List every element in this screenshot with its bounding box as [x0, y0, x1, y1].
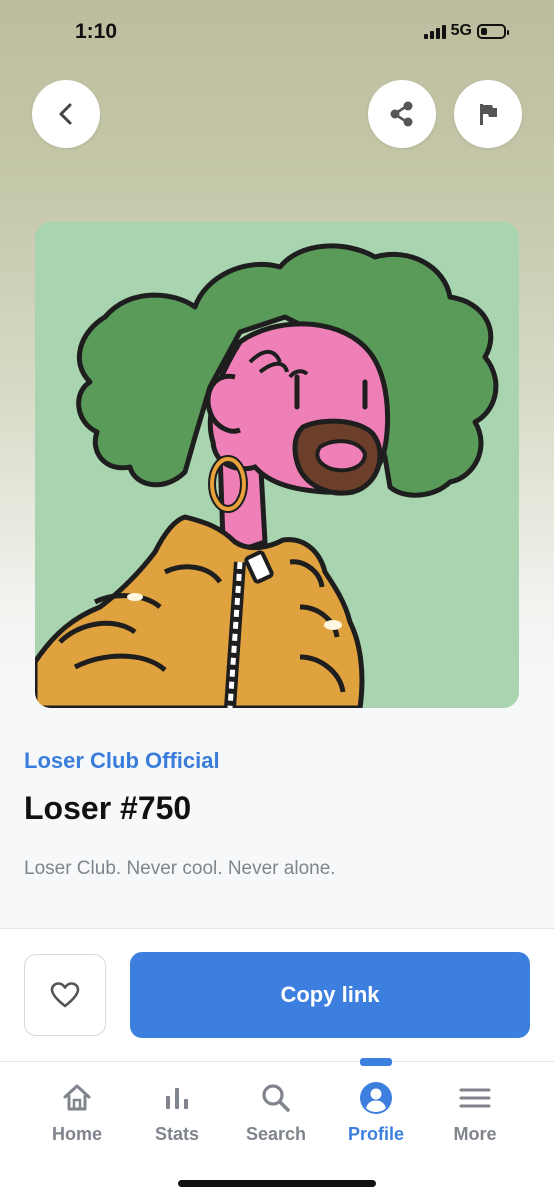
tab-stats-label: Stats	[154, 1124, 199, 1144]
home-icon	[63, 1084, 91, 1111]
tab-search[interactable]: Search	[231, 1080, 321, 1145]
tab-home[interactable]: Home	[32, 1080, 122, 1145]
status-time: 1:10	[75, 20, 118, 43]
menu-icon	[459, 1088, 491, 1108]
collection-link[interactable]: Loser Club Official	[24, 748, 220, 774]
nft-artwork[interactable]	[35, 222, 519, 708]
search-icon	[262, 1084, 290, 1112]
flag-icon	[480, 104, 497, 125]
tab-profile[interactable]: Profile	[331, 1080, 421, 1145]
chevron-left-icon	[59, 103, 72, 125]
item-description: Loser Club. Never cool. Never alone.	[24, 858, 336, 879]
signal-icon	[423, 24, 446, 39]
status-bar: 1:10 5G	[0, 0, 554, 68]
home-indicator	[178, 1180, 376, 1187]
share-button[interactable]	[368, 80, 436, 148]
network-type: 5G	[450, 22, 472, 39]
artwork-illustration	[35, 222, 519, 708]
status-indicators: 5G	[423, 22, 509, 40]
tab-stats[interactable]: Stats	[132, 1080, 222, 1145]
battery-icon	[477, 23, 509, 39]
copy-link-button[interactable]: Copy link	[130, 952, 530, 1038]
tab-home-label: Home	[51, 1124, 102, 1144]
like-button[interactable]	[24, 954, 106, 1036]
back-button[interactable]	[32, 80, 100, 148]
profile-icon	[360, 1082, 392, 1114]
battery-level	[481, 27, 488, 35]
report-button[interactable]	[454, 80, 522, 148]
share-icon	[390, 101, 413, 127]
bar-chart-icon	[166, 1088, 188, 1109]
tab-profile-label: Profile	[347, 1124, 404, 1144]
item-title: Loser #750	[24, 790, 192, 826]
active-tab-indicator	[360, 1058, 392, 1066]
tab-search-label: Search	[245, 1124, 307, 1144]
heart-outline-icon	[50, 982, 80, 1008]
tab-more[interactable]: More	[430, 1080, 520, 1145]
tab-more-label: More	[453, 1124, 497, 1144]
